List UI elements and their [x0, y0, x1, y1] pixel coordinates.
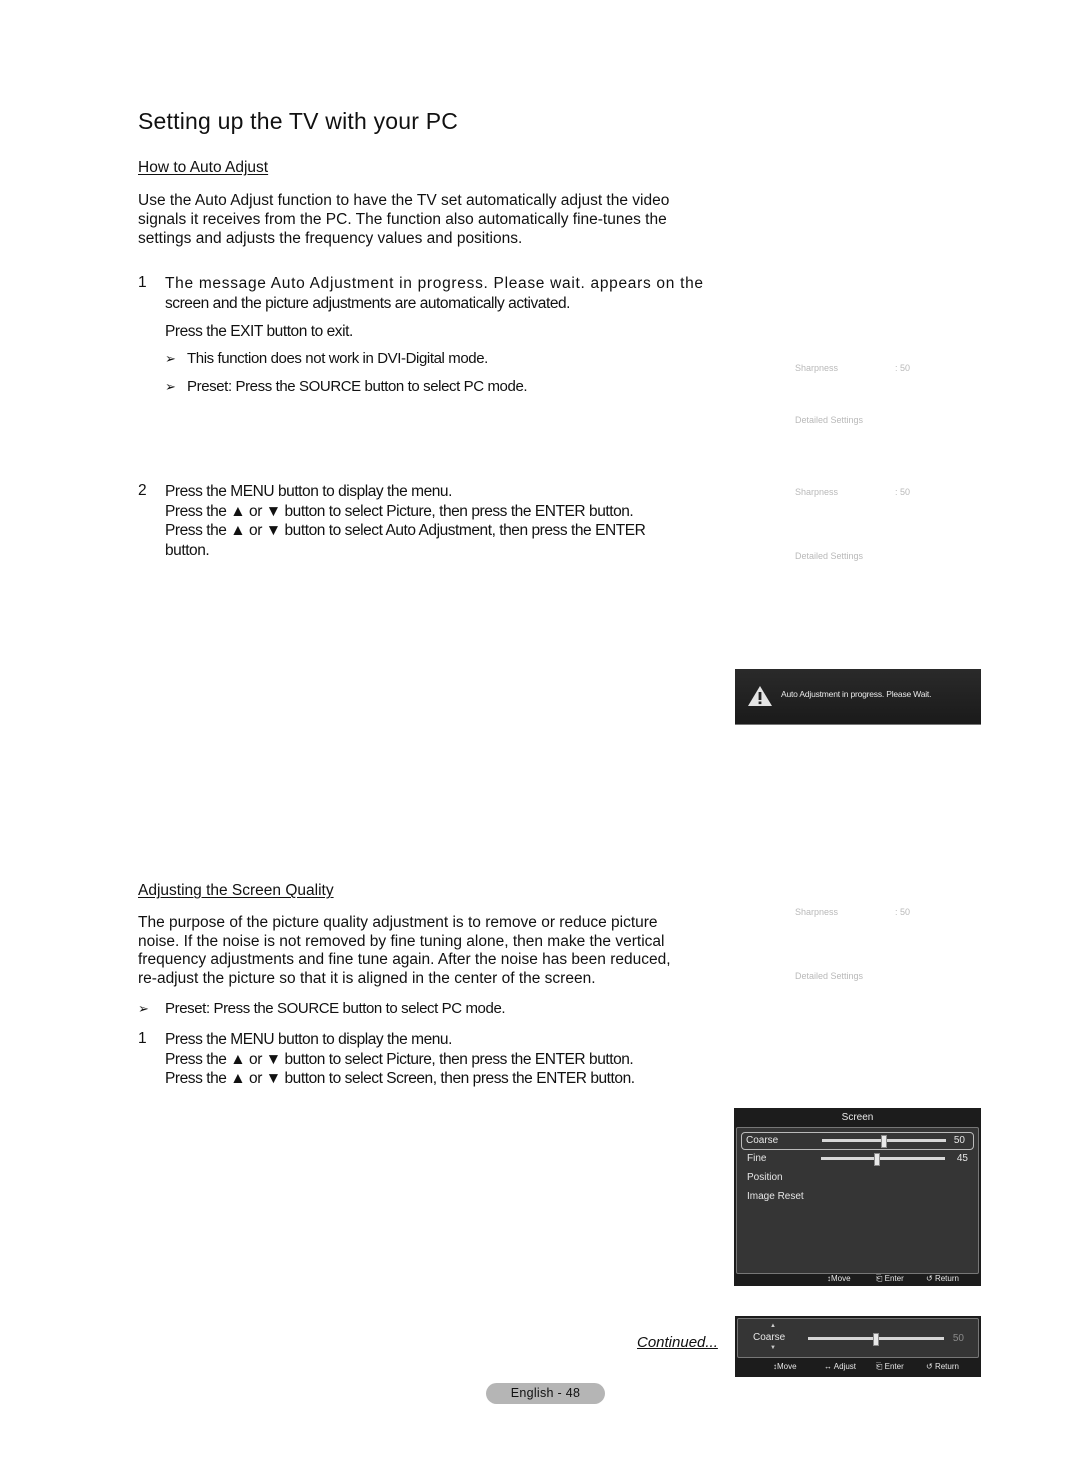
auto-adjust-popup: Auto Adjustment in progress. Please Wait… [735, 669, 981, 725]
menu-item-label: Image Reset [747, 1191, 804, 1202]
warning-icon [748, 686, 772, 706]
step-number: 1 [138, 1030, 147, 1047]
coarse-adjust-panel: ▲ Coarse ▼ 50 [737, 1318, 979, 1358]
step-number: 1 [138, 274, 147, 291]
slider-thumb[interactable] [873, 1153, 880, 1166]
faint-sharpness-value: : 50 [895, 487, 911, 497]
down-arrow-icon[interactable]: ▼ [770, 1345, 776, 1351]
note-text: Preset: Press the SOURCE button to selec… [165, 1000, 506, 1017]
intro-line: re-adjust the picture so that it is alig… [138, 969, 596, 987]
section-heading-screen-quality: Adjusting the Screen Quality [138, 882, 334, 899]
up-arrow-icon[interactable]: ▲ [770, 1323, 776, 1329]
coarse-bar-footer: ↕Move ↔ Adjust ⎗ Enter ↺ Return [735, 1361, 981, 1375]
enter-icon: ⎗ [876, 1274, 885, 1283]
faint-sharpness-label: Sharpness [795, 907, 839, 917]
faint-detailed-settings: Detailed Settings [795, 551, 864, 561]
return-icon: ↺ [926, 1362, 935, 1371]
arrow-bullet-icon: ➢ [165, 378, 176, 394]
section-heading-auto-adjust: How to Auto Adjust [138, 159, 269, 176]
screen-menu-body: Coarse 50 Fine 45 Position Image Reset [736, 1127, 979, 1274]
note-text: Preset: Press the SOURCE button to selec… [187, 378, 528, 395]
faint-detailed-settings: Detailed Settings [795, 415, 864, 425]
faint-detailed-settings: Detailed Settings [795, 971, 864, 981]
screen-menu-footer: ↕Move ⎗ Enter ↺ Return [734, 1273, 981, 1286]
return-icon: ↺ [926, 1274, 935, 1283]
intro-line: signals it receives from the PC. The fun… [138, 211, 667, 228]
slider-thumb[interactable] [873, 1333, 879, 1346]
note-preset-screen: ➢ Preset: Press the SOURCE button to sel… [138, 1000, 506, 1017]
step-line: screen and the picture adjustments are a… [165, 294, 571, 312]
menu-item-position[interactable]: Position [743, 1170, 974, 1186]
auto-adjust-step-2: Press the MENU button to display the men… [165, 482, 725, 560]
left-right-icon: ↔ [824, 1362, 834, 1371]
coarse-adjust-bar: ▲ Coarse ▼ 50 ↕Move ↔ Adjust ⎗ Enter ↺ R… [735, 1316, 981, 1377]
menu-item-label: Position [747, 1172, 783, 1183]
coarse-value: 50 [952, 1333, 964, 1344]
step-line: button. [165, 541, 210, 559]
menu-item-label: Coarse [746, 1135, 779, 1146]
menu-item-coarse[interactable]: Coarse 50 [741, 1132, 974, 1150]
move-hint: ↕Move [827, 1274, 851, 1283]
slider-thumb[interactable] [881, 1135, 887, 1148]
enter-hint: ⎗ Enter [876, 1274, 904, 1283]
faint-sharpness-value: : 50 [895, 907, 911, 917]
fine-slider[interactable] [821, 1153, 945, 1166]
menu-item-image-reset[interactable]: Image Reset [743, 1189, 974, 1205]
popup-message: Auto Adjustment in progress. Please Wait… [781, 689, 932, 699]
screen-quality-intro: The purpose of the picture quality adjus… [138, 914, 738, 988]
step-line: Press the MENU button to display the men… [165, 483, 452, 500]
menu-item-value: 45 [956, 1153, 968, 1164]
enter-hint: ⎗ Enter [876, 1362, 904, 1371]
auto-adjust-intro: Use the Auto Adjust function to have the… [138, 191, 738, 248]
intro-line: frequency adjustments and fine tune agai… [138, 951, 671, 968]
step-line: The message Auto Adjustment in progress.… [165, 275, 704, 292]
menu-item-fine[interactable]: Fine 45 [743, 1151, 974, 1167]
intro-line: noise. If the noise is not removed by fi… [138, 932, 665, 950]
enter-icon: ⎗ [876, 1362, 885, 1371]
return-hint: ↺ Return [926, 1274, 959, 1283]
step-line: Press the ▲ or ▼ button to select Auto A… [165, 522, 646, 539]
move-hint: ↕Move [773, 1362, 797, 1371]
continued-label: Continued... [637, 1334, 718, 1351]
screen-menu: Screen Coarse 50 Fine 45 Position Image … [734, 1108, 981, 1286]
faint-sharpness-value: : 50 [895, 363, 911, 373]
note-preset: ➢ Preset: Press the SOURCE button to sel… [165, 378, 528, 395]
screen-menu-title: Screen [841, 1112, 874, 1123]
intro-line: settings and adjusts the frequency value… [138, 230, 523, 247]
coarse-label: Coarse [753, 1332, 786, 1343]
step-line: Press the MENU button to display the men… [165, 1031, 452, 1048]
faint-sharpness-label: Sharpness [795, 363, 839, 373]
adjust-hint: ↔ Adjust [824, 1362, 857, 1371]
menu-item-value: 50 [953, 1135, 965, 1146]
step-line: Press the ▲ or ▼ button to select Pictur… [165, 1050, 634, 1068]
auto-adjust-step-1: The message Auto Adjustment in progress.… [165, 274, 725, 342]
page-number: English - 48 [486, 1383, 605, 1404]
intro-line: The purpose of the picture quality adjus… [138, 914, 658, 931]
menu-item-label: Fine [747, 1153, 767, 1164]
intro-line: Use the Auto Adjust function to have the… [138, 192, 670, 209]
step-line: Press the ▲ or ▼ button to select Screen… [165, 1070, 635, 1087]
step-line: Press the EXIT button to exit. [165, 323, 353, 340]
arrow-bullet-icon: ➢ [165, 350, 176, 366]
note-text: This function does not work in DVI-Digit… [187, 350, 488, 367]
arrow-bullet-icon: ➢ [138, 1000, 149, 1016]
step-line: Press the ▲ or ▼ button to select Pictur… [165, 502, 634, 520]
step-number: 2 [138, 482, 147, 499]
faint-sharpness-label: Sharpness [795, 487, 839, 497]
screen-quality-step-1: Press the MENU button to display the men… [165, 1030, 725, 1089]
coarse-slider[interactable] [822, 1135, 946, 1148]
note-dvi: ➢ This function does not work in DVI-Dig… [165, 350, 488, 367]
page-title: Setting up the TV with your PC [138, 108, 459, 134]
coarse-slider[interactable] [808, 1333, 944, 1346]
return-hint: ↺ Return [926, 1362, 959, 1371]
